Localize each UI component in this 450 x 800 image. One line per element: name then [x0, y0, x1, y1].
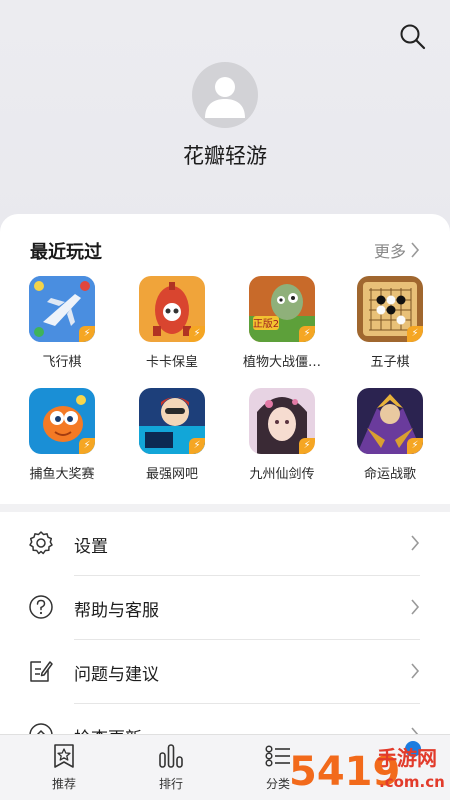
game-label: 捕鱼大奖赛: [29, 467, 95, 482]
gomoku-board-icon: ⚡: [357, 276, 423, 342]
section-divider: [0, 504, 450, 512]
menu-item-help[interactable]: 帮助与客服: [0, 576, 450, 640]
lightning-badge-icon: ⚡: [189, 438, 205, 454]
avatar[interactable]: [192, 62, 258, 128]
game-label: 命运战歌: [363, 467, 416, 482]
chevron-right-icon: [411, 242, 420, 258]
lightning-badge-icon: ⚡: [79, 326, 95, 342]
chevron-right-icon: [411, 599, 420, 615]
menu-label: 设置: [74, 537, 108, 557]
settings-menu: 设置 帮助与客服 问题与建议 检查更新: [0, 512, 450, 742]
zombie-icon: 正版2 ⚡: [249, 276, 315, 342]
profile-header: 花瓣轻游: [0, 0, 450, 230]
bottom-tab-bar: 推荐 排行 分类 5419 手游网 .com.cn: [0, 734, 450, 800]
game-label: 五子棋: [370, 355, 410, 370]
game-label: 飞行棋: [42, 355, 82, 370]
lightning-badge-icon: ⚡: [407, 326, 423, 342]
chevron-right-icon: [411, 535, 420, 551]
menu-label: 问题与建议: [74, 665, 159, 685]
menu-item-feedback[interactable]: 问题与建议: [0, 640, 450, 704]
game-label: 最强网吧: [145, 467, 198, 482]
lightning-badge-icon: ⚡: [407, 438, 423, 454]
chevron-right-icon: [411, 663, 420, 679]
airplane-chess-icon: ⚡: [29, 276, 95, 342]
tab-label: 排行: [158, 777, 183, 791]
username[interactable]: 花瓣轻游: [0, 140, 450, 170]
game-label: 卡卡保皇: [145, 355, 198, 370]
game-item[interactable]: ⚡ 飞行棋: [12, 276, 112, 370]
fairy-girl-icon: ⚡: [249, 388, 315, 454]
search-icon: [400, 24, 426, 50]
watermark-text: 手游网: [377, 746, 437, 770]
recent-games-card: 最近玩过 更多 ⚡ 飞行棋 ⚡ 卡卡保皇 正版2 ⚡ 植物大战僵… ⚡ 五子棋 …: [0, 214, 450, 504]
search-button[interactable]: [398, 22, 428, 52]
help-icon: [29, 595, 53, 619]
lightning-badge-icon: ⚡: [189, 326, 205, 342]
tab-ranking[interactable]: 排行: [115, 735, 227, 800]
card-game-icon: ⚡: [139, 276, 205, 342]
game-item[interactable]: ⚡ 捕鱼大奖赛: [12, 388, 112, 482]
menu-item-settings[interactable]: 设置: [0, 512, 450, 576]
game-item[interactable]: ⚡ 五子棋: [340, 276, 440, 370]
gamer-icon: ⚡: [139, 388, 205, 454]
game-item[interactable]: 正版2 ⚡ 植物大战僵…: [232, 276, 332, 370]
game-label: 九州仙剑传: [249, 467, 315, 482]
more-link[interactable]: 更多: [374, 238, 420, 262]
game-item[interactable]: ⚡ 九州仙剑传: [232, 388, 332, 482]
watermark-logo: 5419 手游网 .com.cn: [289, 741, 445, 795]
lightning-badge-icon: ⚡: [299, 326, 315, 342]
more-label: 更多: [373, 242, 406, 261]
tab-recommend[interactable]: 推荐: [8, 735, 120, 800]
watermark-domain: .com.cn: [379, 773, 445, 791]
lightning-badge-icon: ⚡: [79, 438, 95, 454]
gear-icon: [29, 531, 53, 555]
tab-label: 推荐: [51, 777, 76, 791]
bar-rank-icon: [159, 744, 183, 768]
game-item[interactable]: ⚡ 卡卡保皇: [122, 276, 222, 370]
game-item[interactable]: ⚡ 命运战歌: [340, 388, 440, 482]
star-badge-icon: [54, 744, 74, 768]
game-label: 植物大战僵…: [242, 355, 321, 370]
game-item[interactable]: ⚡ 最强网吧: [122, 388, 222, 482]
lightning-badge-icon: ⚡: [299, 438, 315, 454]
user-silhouette-icon: [205, 77, 245, 118]
menu-label: 帮助与客服: [74, 601, 159, 621]
feedback-icon: [30, 661, 53, 682]
svg-text:正版2: 正版2: [253, 317, 279, 330]
warrior-icon: ⚡: [357, 388, 423, 454]
fish-icon: ⚡: [29, 388, 95, 454]
recent-title: 最近玩过: [30, 242, 102, 263]
